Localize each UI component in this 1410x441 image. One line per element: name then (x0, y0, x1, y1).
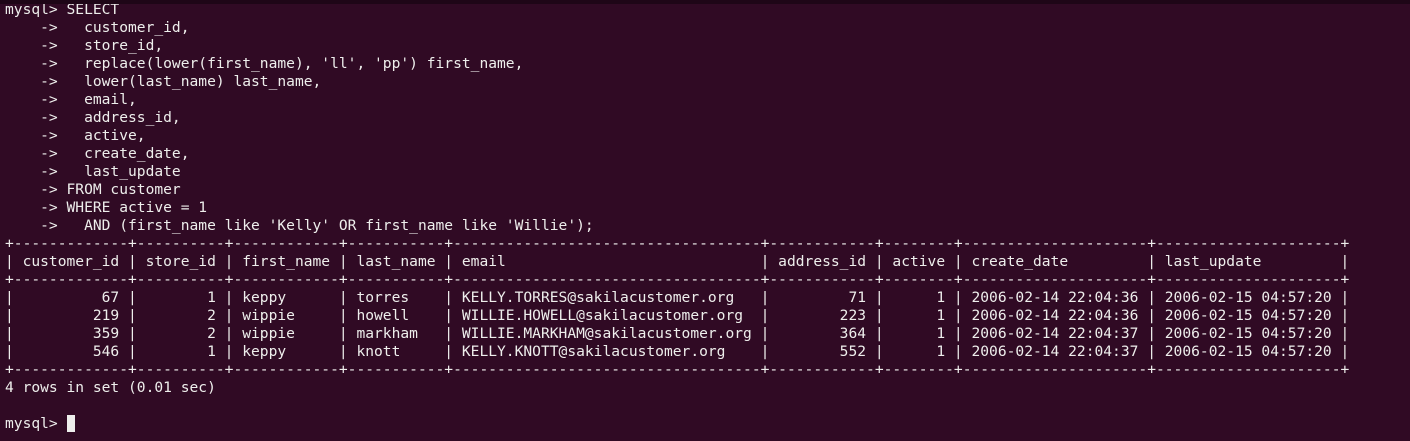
table-row: | 359 | 2 | wippie | markham | WILLIE.MA… (5, 325, 1350, 342)
table-row: | 219 | 2 | wippie | howell | WILLIE.HOW… (5, 307, 1350, 324)
table-border-bottom: +-------------+----------+------------+-… (5, 361, 1350, 378)
sql-line-active: -> active, (5, 127, 146, 144)
sql-line-from: -> FROM customer (5, 181, 181, 198)
sql-line-first-name: -> replace(lower(first_name), 'll', 'pp'… (5, 55, 524, 72)
text-cursor[interactable] (66, 415, 75, 432)
terminal-window[interactable]: mysql> SELECT -> customer_id, -> store_i… (0, 0, 1410, 441)
table-border-top: +-------------+----------+------------+-… (5, 235, 1350, 252)
table-border-header: +-------------+----------+------------+-… (5, 271, 1350, 288)
sql-line-store-id: -> store_id, (5, 37, 164, 54)
sql-line-address-id: -> address_id, (5, 109, 181, 126)
blank-line (5, 397, 1410, 415)
table-row: | 546 | 1 | keppy | knott | KELLY.KNOTT@… (5, 343, 1350, 360)
table-header-row: | customer_id | store_id | first_name | … (5, 253, 1350, 270)
mysql-prompt: mysql> (5, 415, 67, 432)
sql-line-email: -> email, (5, 91, 137, 108)
sql-line-customer-id: -> customer_id, (5, 19, 190, 36)
table-row: | 67 | 1 | keppy | torres | KELLY.TORRES… (5, 289, 1350, 306)
command-prompt-line[interactable]: mysql> (5, 415, 1410, 433)
sql-line-last-update: -> last_update (5, 163, 181, 180)
sql-line-and: -> AND (first_name like 'Kelly' OR first… (5, 217, 594, 234)
sql-line-where: -> WHERE active = 1 (5, 199, 208, 216)
sql-line-create-date: -> create_date, (5, 145, 190, 162)
scrollback-edge (0, 0, 1410, 4)
result-summary: 4 rows in set (0.01 sec) (5, 379, 216, 396)
sql-line-last-name: -> lower(last_name) last_name, (5, 73, 322, 90)
